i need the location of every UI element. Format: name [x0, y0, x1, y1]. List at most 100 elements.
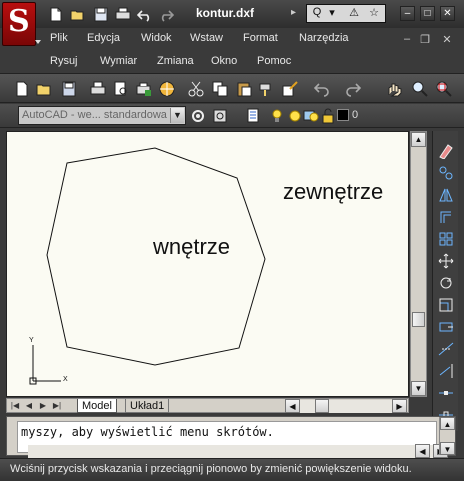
- hscroll-thumb[interactable]: [315, 399, 329, 413]
- layout-tabs-bar: |◀ ◀ ▶ ▶| Model Układ1 ◀ ▶: [6, 398, 409, 413]
- text-outer-label: zewnętrze: [283, 179, 384, 204]
- drawing-canvas[interactable]: Y X zewnętrze wnętrze: [6, 131, 409, 397]
- menu-format[interactable]: Format: [243, 32, 278, 44]
- search-dropdown-icon[interactable]: ▾: [326, 6, 338, 21]
- stretch-icon[interactable]: [438, 319, 454, 335]
- chevron-down-icon[interactable]: ▼: [170, 108, 184, 123]
- plot-preview-icon[interactable]: [113, 81, 129, 97]
- scroll-right-icon[interactable]: ▶: [392, 399, 407, 413]
- close-button[interactable]: ✕: [440, 6, 455, 21]
- new-icon[interactable]: [14, 81, 30, 97]
- title-arrow-icon[interactable]: ▸: [291, 7, 296, 18]
- layer-color-swatch[interactable]: [337, 109, 349, 121]
- layer-lock-icon[interactable]: [320, 108, 336, 124]
- current-layer-name: 0: [352, 109, 359, 121]
- menu-narzedzia[interactable]: Narzędzia: [299, 32, 349, 44]
- prev-tab-icon[interactable]: ◀: [23, 400, 35, 412]
- toolbar-settings-icon[interactable]: [212, 108, 228, 124]
- copy-object-icon[interactable]: [438, 165, 454, 181]
- restore-button[interactable]: □: [420, 6, 435, 21]
- layer-manager-icon[interactable]: [246, 108, 262, 124]
- menu-okno[interactable]: Okno: [211, 55, 237, 67]
- document-title: kontur.dxf: [196, 6, 255, 20]
- horizontal-scrollbar[interactable]: ◀ ▶: [285, 399, 407, 413]
- plot-icon[interactable]: [90, 81, 106, 97]
- undo-icon[interactable]: [136, 7, 153, 22]
- tab-model[interactable]: Model: [77, 399, 117, 413]
- menu-zmiana[interactable]: Zmiana: [157, 55, 194, 67]
- zoom-realtime-icon[interactable]: [412, 81, 428, 97]
- chevron-down-icon: [35, 40, 41, 44]
- cmd-scroll-left-icon[interactable]: ◀: [415, 444, 430, 458]
- cut-icon[interactable]: [188, 81, 204, 97]
- redo-icon[interactable]: [158, 7, 175, 22]
- favorites-icon[interactable]: ☆: [365, 6, 383, 21]
- move-icon[interactable]: [438, 253, 454, 269]
- next-tab-icon[interactable]: ▶: [37, 400, 49, 412]
- copy-icon[interactable]: [212, 81, 228, 97]
- save-icon[interactable]: [61, 81, 77, 97]
- open-file-icon[interactable]: [70, 7, 86, 22]
- zoom-window-icon[interactable]: [436, 81, 452, 97]
- break-icon[interactable]: [438, 385, 454, 401]
- vertical-scrollbar[interactable]: ▲ ▼: [410, 131, 427, 397]
- tab-layout1[interactable]: Układ1: [125, 399, 170, 413]
- offset-icon[interactable]: [438, 209, 454, 225]
- workspace-settings-icon[interactable]: [190, 108, 206, 124]
- paste-icon[interactable]: [236, 81, 252, 97]
- 3d-dwf-icon[interactable]: [159, 81, 175, 97]
- menu-pomoc[interactable]: Pomoc: [257, 55, 291, 67]
- print-icon[interactable]: [115, 7, 131, 22]
- layer-on-bulb-icon[interactable]: [269, 108, 285, 124]
- erase-icon[interactable]: [438, 143, 454, 160]
- command-line-window: myszy, aby wyświetlić menu skrótów. ◀ ▶ …: [6, 416, 456, 458]
- title-bar: kontur.dxf ▸ Q ▾ ⚠ ☆ – □ ✕: [0, 0, 464, 28]
- canvas-drawing: [29, 147, 266, 385]
- menu-wymiar[interactable]: Wymiar: [100, 55, 137, 67]
- menu-plik[interactable]: Plik: [50, 32, 68, 44]
- workspace-dropdown[interactable]: AutoCAD - we... standardowa ▼: [18, 106, 186, 125]
- layer-thaw-sun-icon[interactable]: [287, 108, 303, 124]
- menu-wstaw[interactable]: Wstaw: [190, 32, 223, 44]
- cmd-scroll-up-icon[interactable]: ▲: [440, 417, 455, 430]
- last-tab-icon[interactable]: ▶|: [51, 400, 63, 412]
- scroll-up-icon[interactable]: ▲: [411, 132, 426, 147]
- layer-viewport-icon[interactable]: [303, 108, 319, 124]
- trim-icon[interactable]: [438, 341, 454, 357]
- doc-minimize-button[interactable]: –: [400, 33, 414, 45]
- extend-icon[interactable]: [438, 363, 454, 379]
- scale-icon[interactable]: [438, 297, 454, 313]
- cmd-scroll-down-icon[interactable]: ▼: [440, 442, 455, 455]
- command-history[interactable]: myszy, aby wyświetlić menu skrótów. ◀ ▶: [17, 421, 448, 458]
- save-icon[interactable]: [93, 7, 109, 22]
- scroll-thumb[interactable]: [412, 312, 425, 327]
- block-editor-icon[interactable]: [282, 81, 298, 97]
- menu-edycja[interactable]: Edycja: [87, 32, 120, 44]
- array-icon[interactable]: [438, 231, 454, 247]
- mirror-icon[interactable]: [438, 187, 454, 203]
- redo-toolbar-icon[interactable]: [345, 81, 362, 97]
- undo-toolbar-icon[interactable]: [313, 81, 330, 97]
- open-icon[interactable]: [36, 81, 52, 97]
- command-history-text: myszy, aby wyświetlić menu skrótów.: [21, 425, 274, 439]
- publish-icon[interactable]: [136, 81, 152, 97]
- first-tab-icon[interactable]: |◀: [9, 400, 21, 412]
- ucs-y-label: Y: [29, 337, 34, 344]
- app-menu-button[interactable]: S: [2, 2, 41, 48]
- menu-widok[interactable]: Widok: [141, 32, 172, 44]
- rotate-icon[interactable]: [438, 275, 454, 291]
- search-icon[interactable]: Q: [308, 6, 326, 21]
- text-inner-label: wnętrze: [153, 234, 231, 259]
- minimize-button[interactable]: –: [400, 6, 415, 21]
- menu-rysuj[interactable]: Rysuj: [50, 55, 78, 67]
- doc-restore-button[interactable]: ❐: [418, 33, 432, 46]
- command-hscrollbar[interactable]: ◀ ▶: [28, 444, 448, 458]
- communication-icon[interactable]: ⚠: [345, 6, 363, 21]
- scroll-left-icon[interactable]: ◀: [285, 399, 300, 413]
- pan-icon[interactable]: [386, 81, 402, 97]
- match-properties-icon[interactable]: [259, 81, 275, 97]
- new-file-icon[interactable]: [48, 7, 64, 22]
- doc-close-button[interactable]: ✕: [440, 33, 454, 46]
- command-vscrollbar[interactable]: ▲ ▼: [439, 417, 455, 455]
- scroll-down-icon[interactable]: ▼: [411, 381, 426, 396]
